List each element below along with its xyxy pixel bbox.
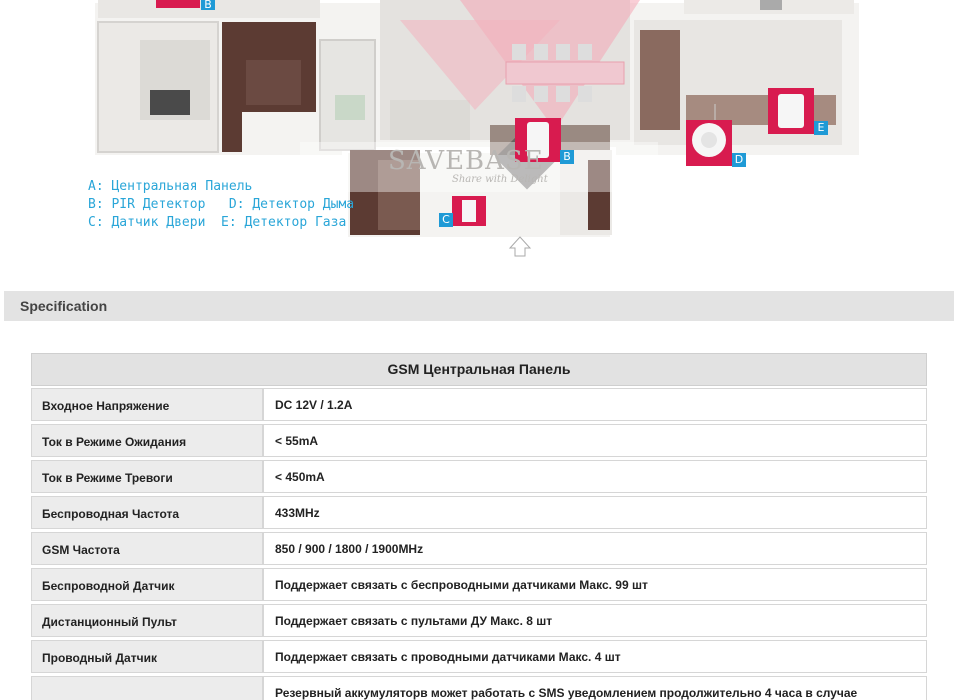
row-value: Поддержает связать с беспроводными датчи… [263, 568, 927, 601]
row-value: < 450mA [263, 460, 927, 493]
table-row: Ток в Режиме Ожидания < 55mA [31, 422, 927, 458]
row-label [31, 676, 263, 700]
row-label: Проводный Датчик [31, 640, 263, 673]
row-value: Поддержает связать с пультами ДУ Макс. 8… [263, 604, 927, 637]
row-value: 433MHz [263, 496, 927, 529]
table-row: GSM Частота 850 / 900 / 1800 / 1900MHz [31, 530, 927, 566]
marker-b-center: B [560, 150, 574, 164]
marker-c: C [439, 213, 453, 227]
row-label: Входное Напряжение [31, 388, 263, 421]
row-value: < 55mA [263, 424, 927, 457]
row-value: Поддержает связать с проводными датчикам… [263, 640, 927, 673]
row-label: Ток в Режиме Ожидания [31, 424, 263, 457]
watermark-text: SAVEBASE [388, 146, 544, 176]
device-legend: A: Центральная Панель B: PIR Детектор D:… [88, 178, 354, 232]
specification-title: Specification [20, 298, 108, 314]
table-row: Входное Напряжение DC 12V / 1.2A [31, 386, 927, 422]
row-value: 850 / 900 / 1800 / 1900MHz [263, 532, 927, 565]
marker-b-top: B [201, 0, 215, 10]
specification-bar: Specification [4, 291, 954, 321]
table-row: Проводный Датчик Поддержает связать с пр… [31, 638, 927, 674]
row-label: Ток в Режиме Тревоги [31, 460, 263, 493]
row-label: Беспроводной Датчик [31, 568, 263, 601]
floor-plan-illustration: SAVEBASE Share with Delight B B C D E A:… [0, 0, 958, 262]
table-header: GSM Центральная Панель [31, 353, 927, 386]
table-row: Беспроводной Датчик Поддержает связать с… [31, 566, 927, 602]
row-label: GSM Частота [31, 532, 263, 565]
legend-row: B: PIR Детектор D: Детектор Дыма [88, 197, 355, 212]
marker-e: E [814, 121, 828, 135]
legend-row: A: Центральная Панель [88, 179, 253, 194]
row-label: Беспроводная Частота [31, 496, 263, 529]
marker-d: D [732, 153, 746, 167]
table-row: Беспроводная Частота 433MHz [31, 494, 927, 530]
row-label: Дистанционный Пульт [31, 604, 263, 637]
row-value: DC 12V / 1.2A [263, 388, 927, 421]
legend-row: C: Датчик Двери E: Детектор Газа [88, 215, 347, 230]
table-row: Дистанционный Пульт Поддержает связать с… [31, 602, 927, 638]
watermark-subtext: Share with Delight [452, 174, 548, 185]
table-row: Резервный аккумуляторв может работать с … [31, 674, 927, 700]
table-row: Ток в Режиме Тревоги < 450mA [31, 458, 927, 494]
spec-table: GSM Центральная Панель Входное Напряжени… [31, 353, 927, 700]
row-value: Резервный аккумуляторв может работать с … [263, 676, 927, 700]
